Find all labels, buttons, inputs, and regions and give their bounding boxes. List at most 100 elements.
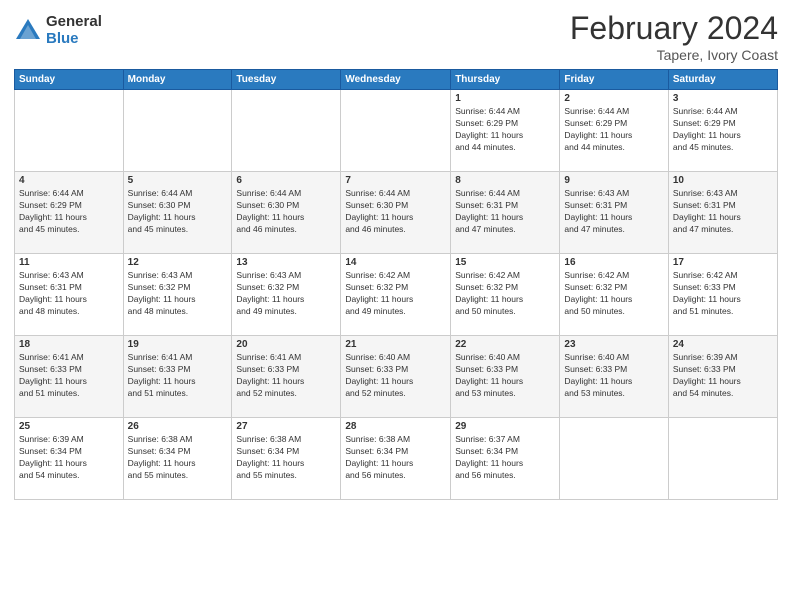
calendar-cell: 18 Sunrise: 6:41 AMSunset: 6:33 PMDayligh… (15, 336, 124, 418)
calendar-cell: 15 Sunrise: 6:42 AMSunset: 6:32 PMDayligh… (451, 254, 560, 336)
calendar-cell: 19Sunrise: 6:41 AMSunset: 6:33 PMDayligh… (123, 336, 232, 418)
calendar-cell (341, 90, 451, 172)
calendar-cell: 20 Sunrise: 6:41 AMSunset: 6:33 PMDayligh… (232, 336, 341, 418)
calendar-cell (123, 90, 232, 172)
day-number: 12 (128, 257, 228, 268)
day-info: Sunrise: 6:44 AMSunset: 6:30 PMDaylight:… (128, 188, 228, 236)
day-number: 5 (128, 175, 228, 186)
day-number: 14 (345, 257, 446, 268)
day-number: 22 (455, 339, 555, 350)
day-info: Sunrise: 6:38 AMSunset: 6:34 PMDaylight:… (345, 434, 446, 482)
day-number: 15 (455, 257, 555, 268)
week-row-3: 18 Sunrise: 6:41 AMSunset: 6:33 PMDayligh… (15, 336, 778, 418)
day-number: 18 (19, 339, 119, 350)
day-info: Sunrise: 6:43 AMSunset: 6:31 PMDaylight:… (673, 188, 773, 236)
week-row-1: 4 Sunrise: 6:44 AMSunset: 6:29 PMDaylight… (15, 172, 778, 254)
day-number: 25 (19, 421, 119, 432)
day-info: Sunrise: 6:42 AMSunset: 6:32 PMDaylight:… (564, 270, 663, 318)
day-info: Sunrise: 6:39 AMSunset: 6:34 PMDaylight:… (19, 434, 119, 482)
calendar-cell: 29 Sunrise: 6:37 AMSunset: 6:34 PMDayligh… (451, 418, 560, 500)
calendar-cell: 13Sunrise: 6:43 AMSunset: 6:32 PMDayligh… (232, 254, 341, 336)
calendar-cell: 25 Sunrise: 6:39 AMSunset: 6:34 PMDayligh… (15, 418, 124, 500)
calendar-cell (668, 418, 777, 500)
day-number: 27 (236, 421, 336, 432)
day-info: Sunrise: 6:44 AMSunset: 6:29 PMDaylight:… (673, 106, 773, 154)
day-number: 28 (345, 421, 446, 432)
day-info: Sunrise: 6:43 AMSunset: 6:31 PMDaylight:… (564, 188, 663, 236)
day-info: Sunrise: 6:44 AMSunset: 6:29 PMDaylight:… (19, 188, 119, 236)
weekday-monday: Monday (123, 70, 232, 90)
calendar-cell: 28 Sunrise: 6:38 AMSunset: 6:34 PMDayligh… (341, 418, 451, 500)
week-row-2: 11 Sunrise: 6:43 AMSunset: 6:31 PMDayligh… (15, 254, 778, 336)
logo-blue: Blue (46, 31, 102, 48)
weekday-sunday: Sunday (15, 70, 124, 90)
day-number: 10 (673, 175, 773, 186)
day-info: Sunrise: 6:41 AMSunset: 6:33 PMDaylight:… (19, 352, 119, 400)
day-number: 26 (128, 421, 228, 432)
week-row-0: 1Sunrise: 6:44 AMSunset: 6:29 PMDaylight… (15, 90, 778, 172)
logo-text: General Blue (46, 14, 102, 47)
day-number: 7 (345, 175, 446, 186)
weekday-friday: Friday (560, 70, 668, 90)
day-number: 8 (455, 175, 555, 186)
day-info: Sunrise: 6:44 AMSunset: 6:31 PMDaylight:… (455, 188, 555, 236)
day-number: 24 (673, 339, 773, 350)
logo-general: General (46, 14, 102, 31)
location-subtitle: Tapere, Ivory Coast (570, 47, 778, 63)
day-number: 11 (19, 257, 119, 268)
day-number: 6 (236, 175, 336, 186)
calendar-cell: 23Sunrise: 6:40 AMSunset: 6:33 PMDayligh… (560, 336, 668, 418)
calendar-cell: 2Sunrise: 6:44 AMSunset: 6:29 PMDaylight… (560, 90, 668, 172)
calendar-table: SundayMondayTuesdayWednesdayThursdayFrid… (14, 69, 778, 500)
day-number: 9 (564, 175, 663, 186)
calendar-cell: 24Sunrise: 6:39 AMSunset: 6:33 PMDayligh… (668, 336, 777, 418)
week-row-4: 25 Sunrise: 6:39 AMSunset: 6:34 PMDayligh… (15, 418, 778, 500)
calendar-cell: 12 Sunrise: 6:43 AMSunset: 6:32 PMDayligh… (123, 254, 232, 336)
calendar-cell (15, 90, 124, 172)
calendar-cell: 27 Sunrise: 6:38 AMSunset: 6:34 PMDayligh… (232, 418, 341, 500)
day-info: Sunrise: 6:42 AMSunset: 6:32 PMDaylight:… (455, 270, 555, 318)
weekday-saturday: Saturday (668, 70, 777, 90)
day-info: Sunrise: 6:43 AMSunset: 6:31 PMDaylight:… (19, 270, 119, 318)
day-number: 20 (236, 339, 336, 350)
weekday-tuesday: Tuesday (232, 70, 341, 90)
calendar-cell: 11 Sunrise: 6:43 AMSunset: 6:31 PMDayligh… (15, 254, 124, 336)
day-info: Sunrise: 6:40 AMSunset: 6:33 PMDaylight:… (564, 352, 663, 400)
calendar-cell: 8 Sunrise: 6:44 AMSunset: 6:31 PMDaylight… (451, 172, 560, 254)
weekday-thursday: Thursday (451, 70, 560, 90)
calendar-cell: 17 Sunrise: 6:42 AMSunset: 6:33 PMDayligh… (668, 254, 777, 336)
calendar-cell: 4 Sunrise: 6:44 AMSunset: 6:29 PMDaylight… (15, 172, 124, 254)
day-info: Sunrise: 6:41 AMSunset: 6:33 PMDaylight:… (236, 352, 336, 400)
title-block: February 2024 Tapere, Ivory Coast (570, 10, 778, 63)
calendar-cell: 5 Sunrise: 6:44 AMSunset: 6:30 PMDaylight… (123, 172, 232, 254)
logo: General Blue (14, 14, 102, 47)
day-info: Sunrise: 6:40 AMSunset: 6:33 PMDaylight:… (345, 352, 446, 400)
day-info: Sunrise: 6:44 AMSunset: 6:29 PMDaylight:… (564, 106, 663, 154)
calendar-cell: 14Sunrise: 6:42 AMSunset: 6:32 PMDayligh… (341, 254, 451, 336)
calendar-cell: 6 Sunrise: 6:44 AMSunset: 6:30 PMDaylight… (232, 172, 341, 254)
day-info: Sunrise: 6:44 AMSunset: 6:30 PMDaylight:… (236, 188, 336, 236)
day-number: 19 (128, 339, 228, 350)
day-number: 4 (19, 175, 119, 186)
day-info: Sunrise: 6:37 AMSunset: 6:34 PMDaylight:… (455, 434, 555, 482)
calendar-cell: 9 Sunrise: 6:43 AMSunset: 6:31 PMDaylight… (560, 172, 668, 254)
day-info: Sunrise: 6:38 AMSunset: 6:34 PMDaylight:… (236, 434, 336, 482)
calendar-cell: 21 Sunrise: 6:40 AMSunset: 6:33 PMDayligh… (341, 336, 451, 418)
calendar-cell: 3Sunrise: 6:44 AMSunset: 6:29 PMDaylight… (668, 90, 777, 172)
day-number: 17 (673, 257, 773, 268)
day-number: 21 (345, 339, 446, 350)
logo-icon (14, 17, 42, 45)
day-number: 29 (455, 421, 555, 432)
day-info: Sunrise: 6:38 AMSunset: 6:34 PMDaylight:… (128, 434, 228, 482)
day-info: Sunrise: 6:42 AMSunset: 6:33 PMDaylight:… (673, 270, 773, 318)
day-info: Sunrise: 6:44 AMSunset: 6:29 PMDaylight:… (455, 106, 555, 154)
calendar-cell (560, 418, 668, 500)
header: General Blue February 2024 Tapere, Ivory… (14, 10, 778, 63)
day-info: Sunrise: 6:40 AMSunset: 6:33 PMDaylight:… (455, 352, 555, 400)
day-info: Sunrise: 6:43 AMSunset: 6:32 PMDaylight:… (128, 270, 228, 318)
calendar-cell: 22 Sunrise: 6:40 AMSunset: 6:33 PMDayligh… (451, 336, 560, 418)
page: General Blue February 2024 Tapere, Ivory… (0, 0, 792, 612)
calendar-cell: 16Sunrise: 6:42 AMSunset: 6:32 PMDayligh… (560, 254, 668, 336)
month-title: February 2024 (570, 10, 778, 47)
calendar-cell: 1Sunrise: 6:44 AMSunset: 6:29 PMDaylight… (451, 90, 560, 172)
